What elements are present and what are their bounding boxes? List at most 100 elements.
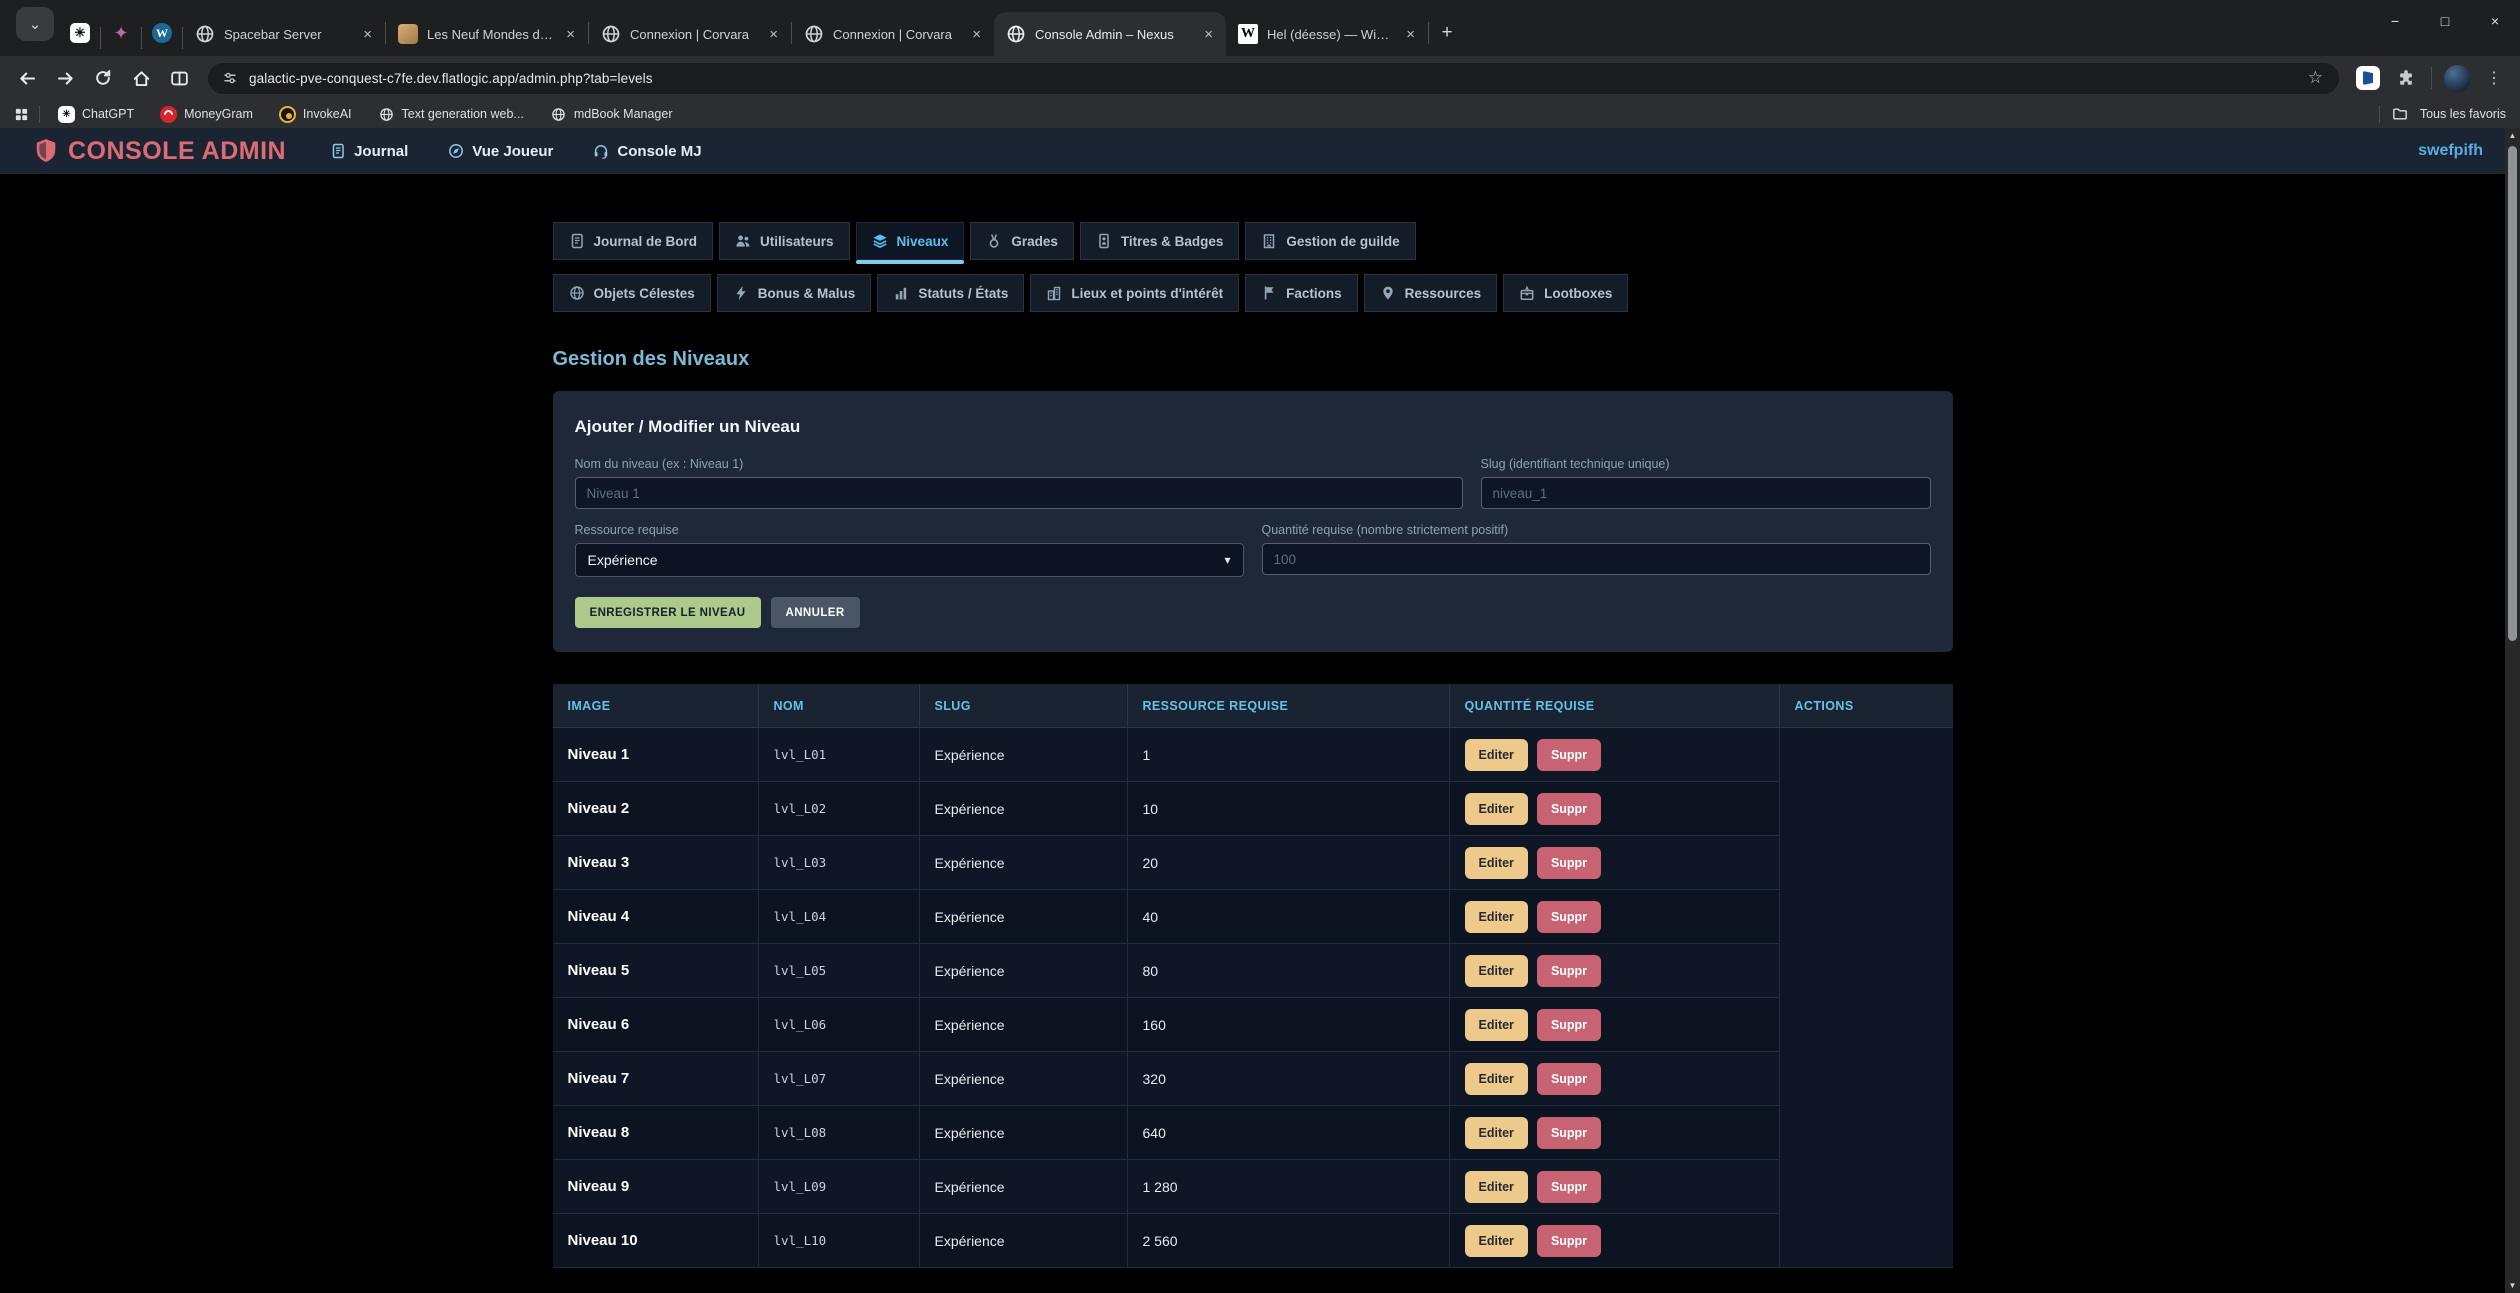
bookmark-star-icon[interactable]: ☆ bbox=[2300, 68, 2331, 88]
resource-select[interactable]: Expérience ▾ bbox=[575, 543, 1244, 577]
building-icon bbox=[1261, 233, 1277, 249]
delete-button[interactable]: Suppr bbox=[1537, 739, 1601, 771]
edit-button[interactable]: Editer bbox=[1465, 739, 1528, 771]
slug-input[interactable] bbox=[1481, 477, 1931, 509]
nav-journal[interactable]: Journal bbox=[330, 143, 408, 160]
level-slug: lvl_L04 bbox=[759, 890, 920, 943]
delete-button[interactable]: Suppr bbox=[1537, 847, 1601, 879]
edit-button[interactable]: Editer bbox=[1465, 1063, 1528, 1095]
level-name-input[interactable] bbox=[575, 477, 1463, 509]
bookmark-mdbook[interactable]: mdBook Manager bbox=[542, 106, 681, 123]
edit-button[interactable]: Editer bbox=[1465, 1009, 1528, 1041]
row-actions: Editer Suppr bbox=[1450, 1160, 1780, 1213]
bookmark-invokeai[interactable]: InvokeAI bbox=[271, 106, 360, 123]
tab-gestion-guilde[interactable]: Gestion de guilde bbox=[1245, 222, 1415, 260]
browser-tab[interactable]: Connexion | Corvara × bbox=[589, 12, 791, 56]
edit-button[interactable]: Editer bbox=[1465, 1171, 1528, 1203]
browser-tab[interactable]: Connexion | Corvara × bbox=[792, 12, 994, 56]
new-tab-button[interactable]: + bbox=[1429, 15, 1465, 51]
bookmark-chatgpt[interactable]: ✳ ChatGPT bbox=[50, 106, 142, 123]
image-favicon bbox=[398, 24, 418, 44]
nav-vue-joueur[interactable]: Vue Joueur bbox=[448, 143, 553, 160]
forward-button[interactable] bbox=[48, 61, 82, 95]
home-button[interactable] bbox=[124, 61, 158, 95]
save-level-button[interactable]: ENREGISTRER LE NIVEAU bbox=[575, 597, 761, 628]
tab-grades[interactable]: Grades bbox=[970, 222, 1074, 260]
browser-tab[interactable]: W Hel (déesse) — Wikipédia × bbox=[1226, 12, 1428, 56]
edit-button[interactable]: Editer bbox=[1465, 955, 1528, 987]
tab-ressources[interactable]: Ressources bbox=[1364, 274, 1498, 312]
close-icon[interactable]: × bbox=[969, 26, 984, 43]
delete-button[interactable]: Suppr bbox=[1537, 901, 1601, 933]
reload-button[interactable] bbox=[86, 61, 120, 95]
quantity-input[interactable] bbox=[1262, 543, 1931, 575]
close-icon[interactable]: × bbox=[1403, 26, 1418, 43]
close-icon[interactable]: × bbox=[360, 26, 375, 43]
delete-button[interactable]: Suppr bbox=[1537, 1225, 1601, 1257]
close-icon[interactable]: × bbox=[766, 26, 781, 43]
apps-grid-icon[interactable] bbox=[14, 107, 29, 122]
edit-button[interactable]: Editer bbox=[1465, 847, 1528, 879]
delete-button[interactable]: Suppr bbox=[1537, 1171, 1601, 1203]
delete-button[interactable]: Suppr bbox=[1537, 1117, 1601, 1149]
scroll-up-icon[interactable]: ▲ bbox=[2505, 128, 2520, 143]
level-slug: lvl_L05 bbox=[759, 944, 920, 997]
delete-button[interactable]: Suppr bbox=[1537, 793, 1601, 825]
close-icon[interactable]: × bbox=[1201, 26, 1216, 43]
tab-factions[interactable]: Factions bbox=[1245, 274, 1358, 312]
tab-statuts-etats[interactable]: Statuts / États bbox=[877, 274, 1024, 312]
menu-kebab-icon[interactable]: ⋮ bbox=[2478, 68, 2510, 88]
site-settings-icon[interactable] bbox=[222, 70, 238, 86]
table-row: Niveau 7 lvl_L07 Expérience 320 Editer S… bbox=[553, 1052, 1780, 1106]
url-text[interactable]: galactic-pve-conquest-c7fe.dev.flatlogic… bbox=[249, 71, 653, 86]
browser-tab[interactable]: Spacebar Server × bbox=[183, 12, 385, 56]
close-icon[interactable]: × bbox=[563, 26, 578, 43]
browser-tab-active[interactable]: Console Admin – Nexus × bbox=[994, 12, 1226, 56]
extension-shortcut[interactable] bbox=[2351, 61, 2385, 95]
browser-tab[interactable]: Les Neuf Mondes de la Mythol × bbox=[386, 12, 588, 56]
profile-avatar[interactable] bbox=[2440, 61, 2474, 95]
scroll-down-icon[interactable]: ▼ bbox=[2505, 1278, 2520, 1293]
delete-button[interactable]: Suppr bbox=[1537, 1063, 1601, 1095]
tab-niveaux[interactable]: Niveaux bbox=[856, 222, 965, 260]
edit-button[interactable]: Editer bbox=[1465, 793, 1528, 825]
back-button[interactable] bbox=[10, 61, 44, 95]
delete-button[interactable]: Suppr bbox=[1537, 1009, 1601, 1041]
minimize-button[interactable]: − bbox=[2370, 0, 2420, 42]
tab-title: Les Neuf Mondes de la Mythol bbox=[427, 27, 554, 42]
tab-objets-celestes[interactable]: Objets Célestes bbox=[553, 274, 711, 312]
level-quantity: 2 560 bbox=[1128, 1214, 1450, 1267]
split-view-button[interactable] bbox=[162, 61, 196, 95]
edit-button[interactable]: Editer bbox=[1465, 1225, 1528, 1257]
nav-console-mj[interactable]: Console MJ bbox=[593, 143, 701, 160]
tab-utilisateurs[interactable]: Utilisateurs bbox=[719, 222, 850, 260]
delete-button[interactable]: Suppr bbox=[1537, 955, 1601, 987]
tab-lieux-poi[interactable]: Lieux et points d'intérêt bbox=[1030, 274, 1239, 312]
pinned-tab-gemini[interactable]: ✦ bbox=[101, 16, 141, 50]
bookmark-textgen[interactable]: Text generation web... bbox=[370, 106, 532, 123]
chevron-down-icon: ▾ bbox=[1224, 553, 1230, 567]
tab-titres-badges[interactable]: Titres & Badges bbox=[1080, 222, 1240, 260]
all-bookmarks[interactable]: Tous les favoris bbox=[2379, 106, 2506, 123]
edit-button[interactable]: Editer bbox=[1465, 901, 1528, 933]
tab-journal-de-bord[interactable]: Journal de Bord bbox=[553, 222, 714, 260]
username[interactable]: swefpifh bbox=[2418, 142, 2483, 160]
pinned-tab-wordpress[interactable]: W bbox=[142, 16, 182, 50]
row-actions: Editer Suppr bbox=[1450, 728, 1780, 781]
maximize-button[interactable]: □ bbox=[2420, 0, 2470, 42]
page-scrollbar[interactable]: ▲ ▼ bbox=[2505, 128, 2520, 1293]
bookmark-label: InvokeAI bbox=[303, 107, 352, 121]
scrollbar-thumb[interactable] bbox=[2508, 146, 2517, 641]
pinned-tab-chatgpt[interactable]: ✳ bbox=[60, 16, 100, 50]
all-bookmarks-label: Tous les favoris bbox=[2420, 107, 2506, 121]
extensions-button[interactable] bbox=[2389, 61, 2423, 95]
bookmark-moneygram[interactable]: MoneyGram bbox=[152, 106, 261, 123]
cancel-button[interactable]: ANNULER bbox=[771, 597, 860, 628]
brand[interactable]: CONSOLE ADMIN bbox=[34, 137, 286, 166]
tab-lootboxes[interactable]: Lootboxes bbox=[1503, 274, 1628, 312]
address-bar[interactable]: galactic-pve-conquest-c7fe.dev.flatlogic… bbox=[208, 63, 2339, 94]
edit-button[interactable]: Editer bbox=[1465, 1117, 1528, 1149]
close-window-button[interactable]: × bbox=[2470, 0, 2520, 42]
tab-search-button[interactable]: ⌄ bbox=[16, 7, 54, 41]
tab-bonus-malus[interactable]: Bonus & Malus bbox=[717, 274, 872, 312]
